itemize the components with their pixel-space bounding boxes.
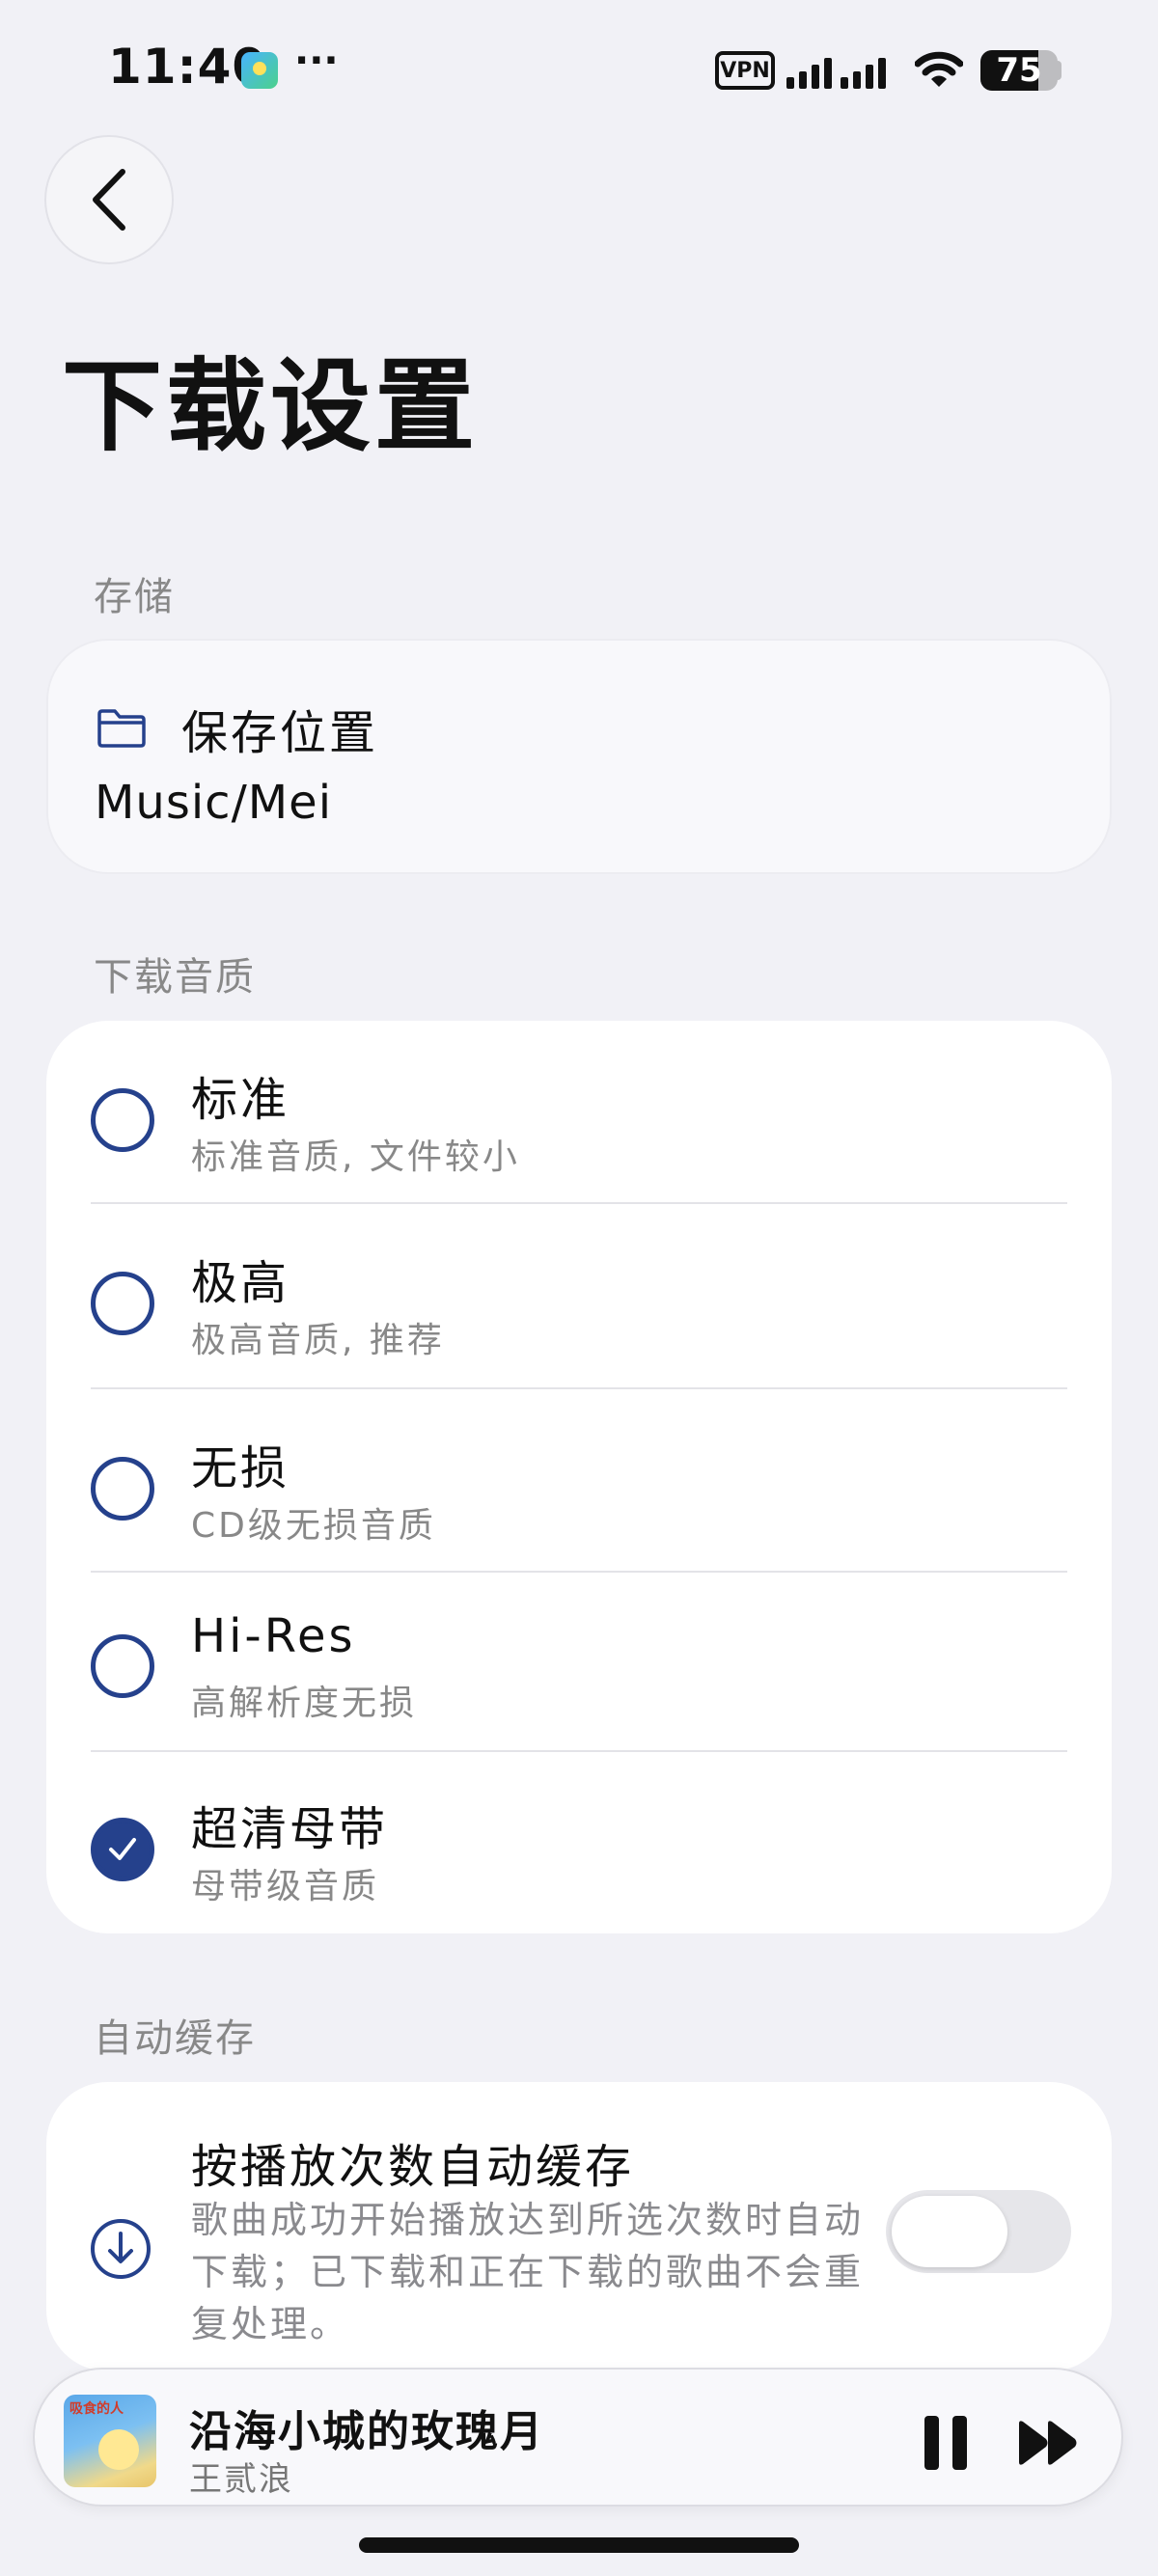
pause-icon[interactable]	[917, 2414, 975, 2472]
auto-cache-title: 按播放次数自动缓存	[191, 2140, 635, 2194]
status-bar: 11:40 ··· VPN 75	[0, 0, 1158, 135]
page-title: 下载设置	[62, 347, 480, 465]
save-location-path: Music/Mei	[95, 776, 333, 830]
auto-cache-description: 歌曲成功开始播放达到所选次数时自动下载；已下载和正在下载的歌曲不会重复处理。	[191, 2199, 865, 2345]
save-location-card[interactable]: 保存位置 Music/Mei	[46, 639, 1112, 874]
artist-name: 王贰浪	[189, 2460, 293, 2499]
chevron-left-icon	[93, 169, 125, 231]
quality-option-subtitle: 母带级音质	[191, 1867, 380, 1906]
radio-unchecked-icon	[91, 1634, 154, 1698]
quality-option-standard[interactable]: 标准 标准音质, 文件较小	[46, 1021, 1112, 1204]
save-location-title: 保存位置	[181, 706, 379, 760]
section-label-storage: 存储	[94, 575, 175, 619]
quality-options-card: 标准 标准音质, 文件较小 极高 极高音质, 推荐 无损 CD级无损音质 Hi-…	[46, 1021, 1112, 1933]
app-notification-icon	[241, 52, 278, 89]
album-cover[interactable]: 吸食的人	[64, 2395, 156, 2487]
folder-icon	[97, 709, 146, 748]
quality-option-lossless[interactable]: 无损 CD级无损音质	[46, 1389, 1112, 1573]
more-notifications-indicator: ···	[294, 39, 339, 83]
section-label-quality: 下载音质	[94, 955, 256, 1000]
mini-player[interactable]: 吸食的人 沿海小城的玫瑰月 王贰浪	[33, 2368, 1123, 2507]
vpn-badge: VPN	[715, 51, 775, 90]
quality-option-title: Hi-Res	[191, 1609, 356, 1663]
quality-option-title: 无损	[191, 1441, 290, 1495]
quality-option-subtitle: 高解析度无损	[191, 1684, 418, 1723]
album-cover-art	[98, 2429, 139, 2470]
quality-option-subtitle: 标准音质, 文件较小	[191, 1137, 520, 1177]
radio-unchecked-icon	[91, 1088, 154, 1152]
cellular-signal-icon	[786, 58, 886, 89]
radio-checked-icon	[91, 1818, 154, 1881]
checkmark-icon	[109, 1838, 136, 1860]
auto-cache-toggle[interactable]	[886, 2190, 1071, 2273]
quality-option-subtitle: 极高音质, 推荐	[191, 1321, 445, 1360]
section-label-auto-cache: 自动缓存	[94, 2016, 256, 2061]
radio-unchecked-icon	[91, 1457, 154, 1521]
quality-option-high[interactable]: 极高 极高音质, 推荐	[46, 1204, 1112, 1387]
quality-option-hires[interactable]: Hi-Res 高解析度无损	[46, 1567, 1112, 1746]
home-indicator[interactable]	[359, 2537, 799, 2553]
quality-option-subtitle: CD级无损音质	[191, 1506, 436, 1546]
auto-cache-card: 按播放次数自动缓存 歌曲成功开始播放达到所选次数时自动下载；已下载和正在下载的歌…	[46, 2082, 1112, 2371]
next-track-icon[interactable]	[1017, 2418, 1079, 2468]
back-button[interactable]	[44, 135, 174, 264]
quality-option-master[interactable]: 超清母带 母带级音质	[46, 1750, 1112, 1933]
save-location-title-row: 保存位置	[96, 695, 378, 762]
quality-option-title: 极高	[191, 1256, 290, 1310]
wifi-icon	[915, 51, 963, 87]
battery-percentage: 75	[996, 51, 1042, 90]
battery-icon: 75	[980, 50, 1058, 91]
quality-option-title: 标准	[191, 1073, 290, 1127]
toggle-knob	[892, 2196, 1007, 2267]
battery-cap	[1056, 61, 1062, 80]
download-circle-icon	[91, 2219, 151, 2279]
radio-unchecked-icon	[91, 1272, 154, 1335]
album-cover-text: 吸食的人	[69, 2401, 124, 2417]
song-title: 沿海小城的玫瑰月	[189, 2407, 544, 2456]
quality-option-title: 超清母带	[191, 1802, 389, 1856]
